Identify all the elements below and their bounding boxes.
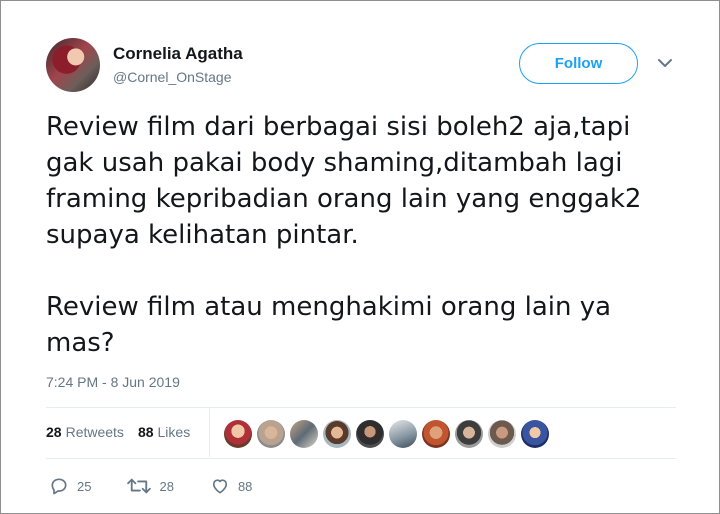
liker-avatar[interactable] [422, 420, 450, 448]
retweets-label: Retweets [65, 424, 124, 440]
tweet-actions: 25 28 88 [49, 476, 288, 496]
follow-button[interactable]: Follow [519, 43, 638, 84]
reply-icon [51, 478, 67, 495]
chevron-down-icon[interactable] [656, 57, 674, 69]
liker-avatar[interactable] [323, 420, 351, 448]
liker-avatar[interactable] [455, 420, 483, 448]
liker-avatar[interactable] [521, 420, 549, 448]
tweet-timestamp[interactable]: 7:24 PM - 8 Jun 2019 [46, 374, 180, 390]
reply-button[interactable]: 25 [49, 476, 91, 496]
user-handle[interactable]: @Cornel_OnStage [113, 69, 232, 85]
liker-avatar[interactable] [290, 420, 318, 448]
engagement-stats: 28 Retweets 88 Likes [46, 424, 190, 440]
retweet-button[interactable]: 28 [127, 476, 174, 496]
likes-label: Likes [157, 424, 191, 440]
likes-count: 88 [137, 424, 154, 440]
divider [209, 409, 210, 457]
divider [46, 407, 676, 408]
heart-icon [212, 479, 228, 494]
reply-count: 25 [77, 478, 92, 494]
liker-avatar[interactable] [257, 420, 285, 448]
divider [46, 458, 676, 459]
retweet-icon [127, 478, 152, 494]
tweet-card: Cornelia Agatha @Cornel_OnStage Follow R… [0, 0, 720, 514]
display-name[interactable]: Cornelia Agatha [113, 44, 243, 64]
retweet-count: 28 [159, 478, 174, 494]
liker-avatar[interactable] [356, 420, 384, 448]
retweets-stat[interactable]: 28 Retweets [46, 424, 124, 440]
like-button[interactable]: 88 [210, 476, 252, 496]
tweet-text: Review film dari berbagai sisi boleh2 aj… [46, 109, 686, 397]
retweets-count: 28 [46, 424, 62, 440]
liker-avatar[interactable] [389, 420, 417, 448]
likes-stat[interactable]: 88 Likes [138, 424, 190, 440]
tweet-paragraph: Review film atau menghakimi orang lain y… [46, 292, 612, 358]
likers-avatars [224, 420, 549, 448]
tweet-paragraph: Review film dari berbagai sisi boleh2 aj… [46, 112, 642, 250]
liker-avatar[interactable] [488, 420, 516, 448]
avatar[interactable] [46, 38, 100, 92]
like-count: 88 [237, 478, 253, 494]
liker-avatar[interactable] [224, 420, 252, 448]
